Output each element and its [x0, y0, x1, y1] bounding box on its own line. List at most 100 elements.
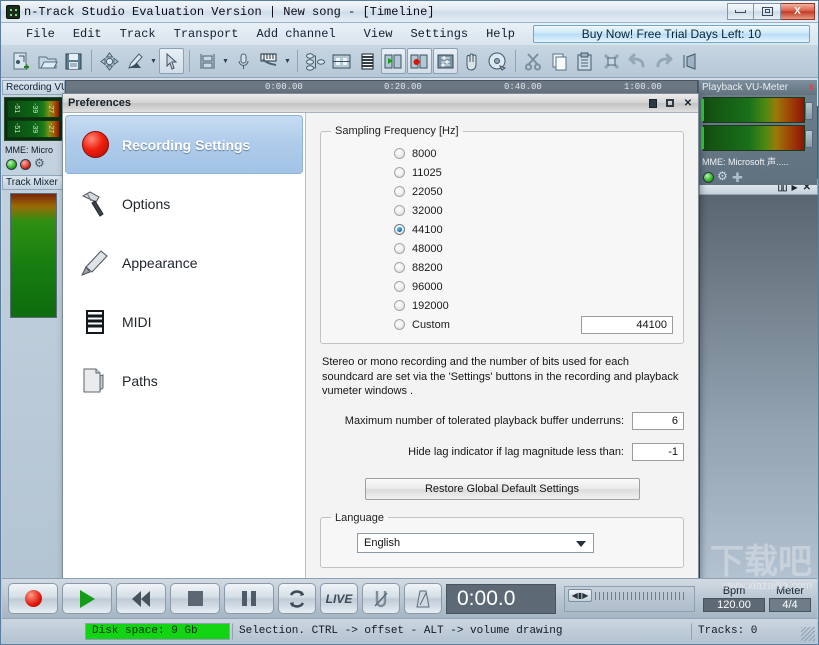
zoom-icon[interactable]: [677, 48, 702, 74]
radio-44100[interactable]: [394, 224, 405, 235]
menu-settings[interactable]: Settings: [401, 25, 477, 43]
move-tool-icon[interactable]: [97, 48, 122, 74]
restore-icon[interactable]: [649, 98, 659, 108]
sidebar-item-midi[interactable]: MIDI: [65, 292, 303, 351]
playback-device-icon[interactable]: [381, 48, 406, 74]
gear-icon[interactable]: ⚙: [717, 170, 729, 183]
radio-88200[interactable]: [394, 262, 405, 273]
buy-now-button[interactable]: Buy Now! Free Trial Days Left: 10: [533, 25, 810, 43]
menu-help[interactable]: Help: [477, 25, 524, 43]
add-icon[interactable]: ✚: [732, 171, 743, 184]
restore-global-defaults-button[interactable]: Restore Global Default Settings: [364, 477, 640, 500]
radio-48000[interactable]: [394, 243, 405, 254]
radio-row-22050[interactable]: 22050: [331, 182, 673, 201]
menu-track[interactable]: Track: [111, 25, 165, 43]
preferences-titlebar[interactable]: Preferences ✕: [63, 94, 698, 113]
radio-row-custom[interactable]: Custom 44100: [331, 315, 673, 334]
new-song-icon[interactable]: [9, 48, 34, 74]
maximize-icon[interactable]: [666, 99, 676, 107]
recording-vu-header[interactable]: Recording VU-M ▾: [2, 80, 65, 95]
draw-tool-icon[interactable]: [123, 48, 148, 74]
play-button[interactable]: [62, 583, 112, 614]
radio-22050[interactable]: [394, 186, 405, 197]
meter-control[interactable]: Meter 4/4: [769, 585, 811, 612]
grid-snap-icon[interactable]: [195, 48, 220, 74]
playback-led-icon[interactable]: [703, 171, 714, 183]
menu-file[interactable]: File: [17, 25, 64, 43]
save-song-icon[interactable]: [61, 48, 86, 74]
mixer-icon[interactable]: [433, 48, 458, 74]
draw-tool-dropdown-arrow[interactable]: ▼: [149, 49, 158, 73]
radio-row-11025[interactable]: 11025: [331, 163, 673, 182]
redo-icon[interactable]: [651, 48, 676, 74]
language-select[interactable]: English: [357, 532, 594, 553]
record-device-icon[interactable]: [407, 48, 432, 74]
stop-button[interactable]: [170, 583, 220, 614]
midi-dropdown-arrow[interactable]: ▼: [283, 49, 292, 73]
cd-burn-icon[interactable]: [485, 48, 510, 74]
time-display[interactable]: 0:00.0: [446, 583, 556, 614]
record-button[interactable]: [8, 583, 58, 614]
channel-strip-icon[interactable]: [329, 48, 354, 74]
buffer-underruns-input[interactable]: 6: [632, 411, 684, 430]
bpm-value[interactable]: 120.00: [703, 598, 765, 612]
mixer-routing-icon[interactable]: [303, 48, 328, 74]
loop-button[interactable]: [278, 583, 316, 614]
menu-add-channel[interactable]: Add channel: [247, 25, 344, 43]
hand-tool-icon[interactable]: [459, 48, 484, 74]
undo-icon[interactable]: [625, 48, 650, 74]
playback-vu-header[interactable]: Playback VU-Meter x: [699, 80, 817, 95]
bpm-control[interactable]: Bpm 120.00: [703, 585, 765, 612]
sidebar-item-options[interactable]: Options: [65, 174, 303, 233]
paste-icon[interactable]: [573, 48, 598, 74]
menu-view[interactable]: View: [355, 25, 402, 43]
radio-row-8000[interactable]: 8000: [331, 144, 673, 163]
radio-8000[interactable]: [394, 148, 405, 159]
close-button[interactable]: X: [781, 3, 815, 20]
piano-roll-icon[interactable]: [355, 48, 380, 74]
grid-snap-dropdown-arrow[interactable]: ▼: [221, 49, 230, 73]
radio-192000[interactable]: [394, 300, 405, 311]
metronome-button[interactable]: [404, 583, 442, 614]
menu-edit[interactable]: Edit: [64, 25, 111, 43]
position-slider[interactable]: ◀▮▶: [564, 585, 695, 612]
punch-button[interactable]: [362, 583, 400, 614]
radio-96000[interactable]: [394, 281, 405, 292]
sidebar-item-recording-settings[interactable]: Recording Settings: [65, 115, 303, 174]
rewind-button[interactable]: [116, 583, 166, 614]
gear-icon[interactable]: ⚙: [34, 157, 46, 170]
copy-icon[interactable]: [547, 48, 572, 74]
open-song-icon[interactable]: [35, 48, 60, 74]
custom-frequency-input[interactable]: 44100: [581, 315, 673, 334]
radio-row-88200[interactable]: 88200: [331, 258, 673, 277]
track-mixer-header[interactable]: Track Mixer: [2, 175, 65, 190]
live-button[interactable]: LIVE: [320, 583, 358, 614]
close-icon[interactable]: x: [808, 82, 814, 93]
radio-row-48000[interactable]: 48000: [331, 239, 673, 258]
radio-row-44100[interactable]: 44100: [331, 220, 673, 239]
position-slider-thumb[interactable]: ◀▮▶: [568, 588, 592, 602]
sidebar-item-appearance[interactable]: Appearance: [65, 233, 303, 292]
radio-row-192000[interactable]: 192000: [331, 296, 673, 315]
midi-keyboard-icon[interactable]: [257, 48, 282, 74]
radio-row-32000[interactable]: 32000: [331, 201, 673, 220]
sidebar-item-paths[interactable]: Paths: [65, 351, 303, 410]
radio-11025[interactable]: [394, 167, 405, 178]
maximize-button[interactable]: [754, 3, 781, 20]
meter-value[interactable]: 4/4: [769, 598, 811, 612]
delete-icon[interactable]: [599, 48, 624, 74]
radio-row-96000[interactable]: 96000: [331, 277, 673, 296]
cut-icon[interactable]: [521, 48, 546, 74]
monitor-led-icon[interactable]: [6, 158, 17, 170]
pause-button[interactable]: [224, 583, 274, 614]
radio-custom[interactable]: [394, 319, 405, 330]
lag-indicator-input[interactable]: -1: [632, 442, 684, 461]
select-tool-icon[interactable]: [159, 48, 184, 74]
radio-32000[interactable]: [394, 205, 405, 216]
close-icon[interactable]: ✕: [683, 98, 693, 109]
microphone-icon[interactable]: [231, 48, 256, 74]
menu-transport[interactable]: Transport: [165, 25, 248, 43]
resize-grip[interactable]: [801, 627, 815, 641]
arm-record-led-icon[interactable]: [20, 158, 31, 170]
minimize-button[interactable]: [727, 3, 754, 20]
